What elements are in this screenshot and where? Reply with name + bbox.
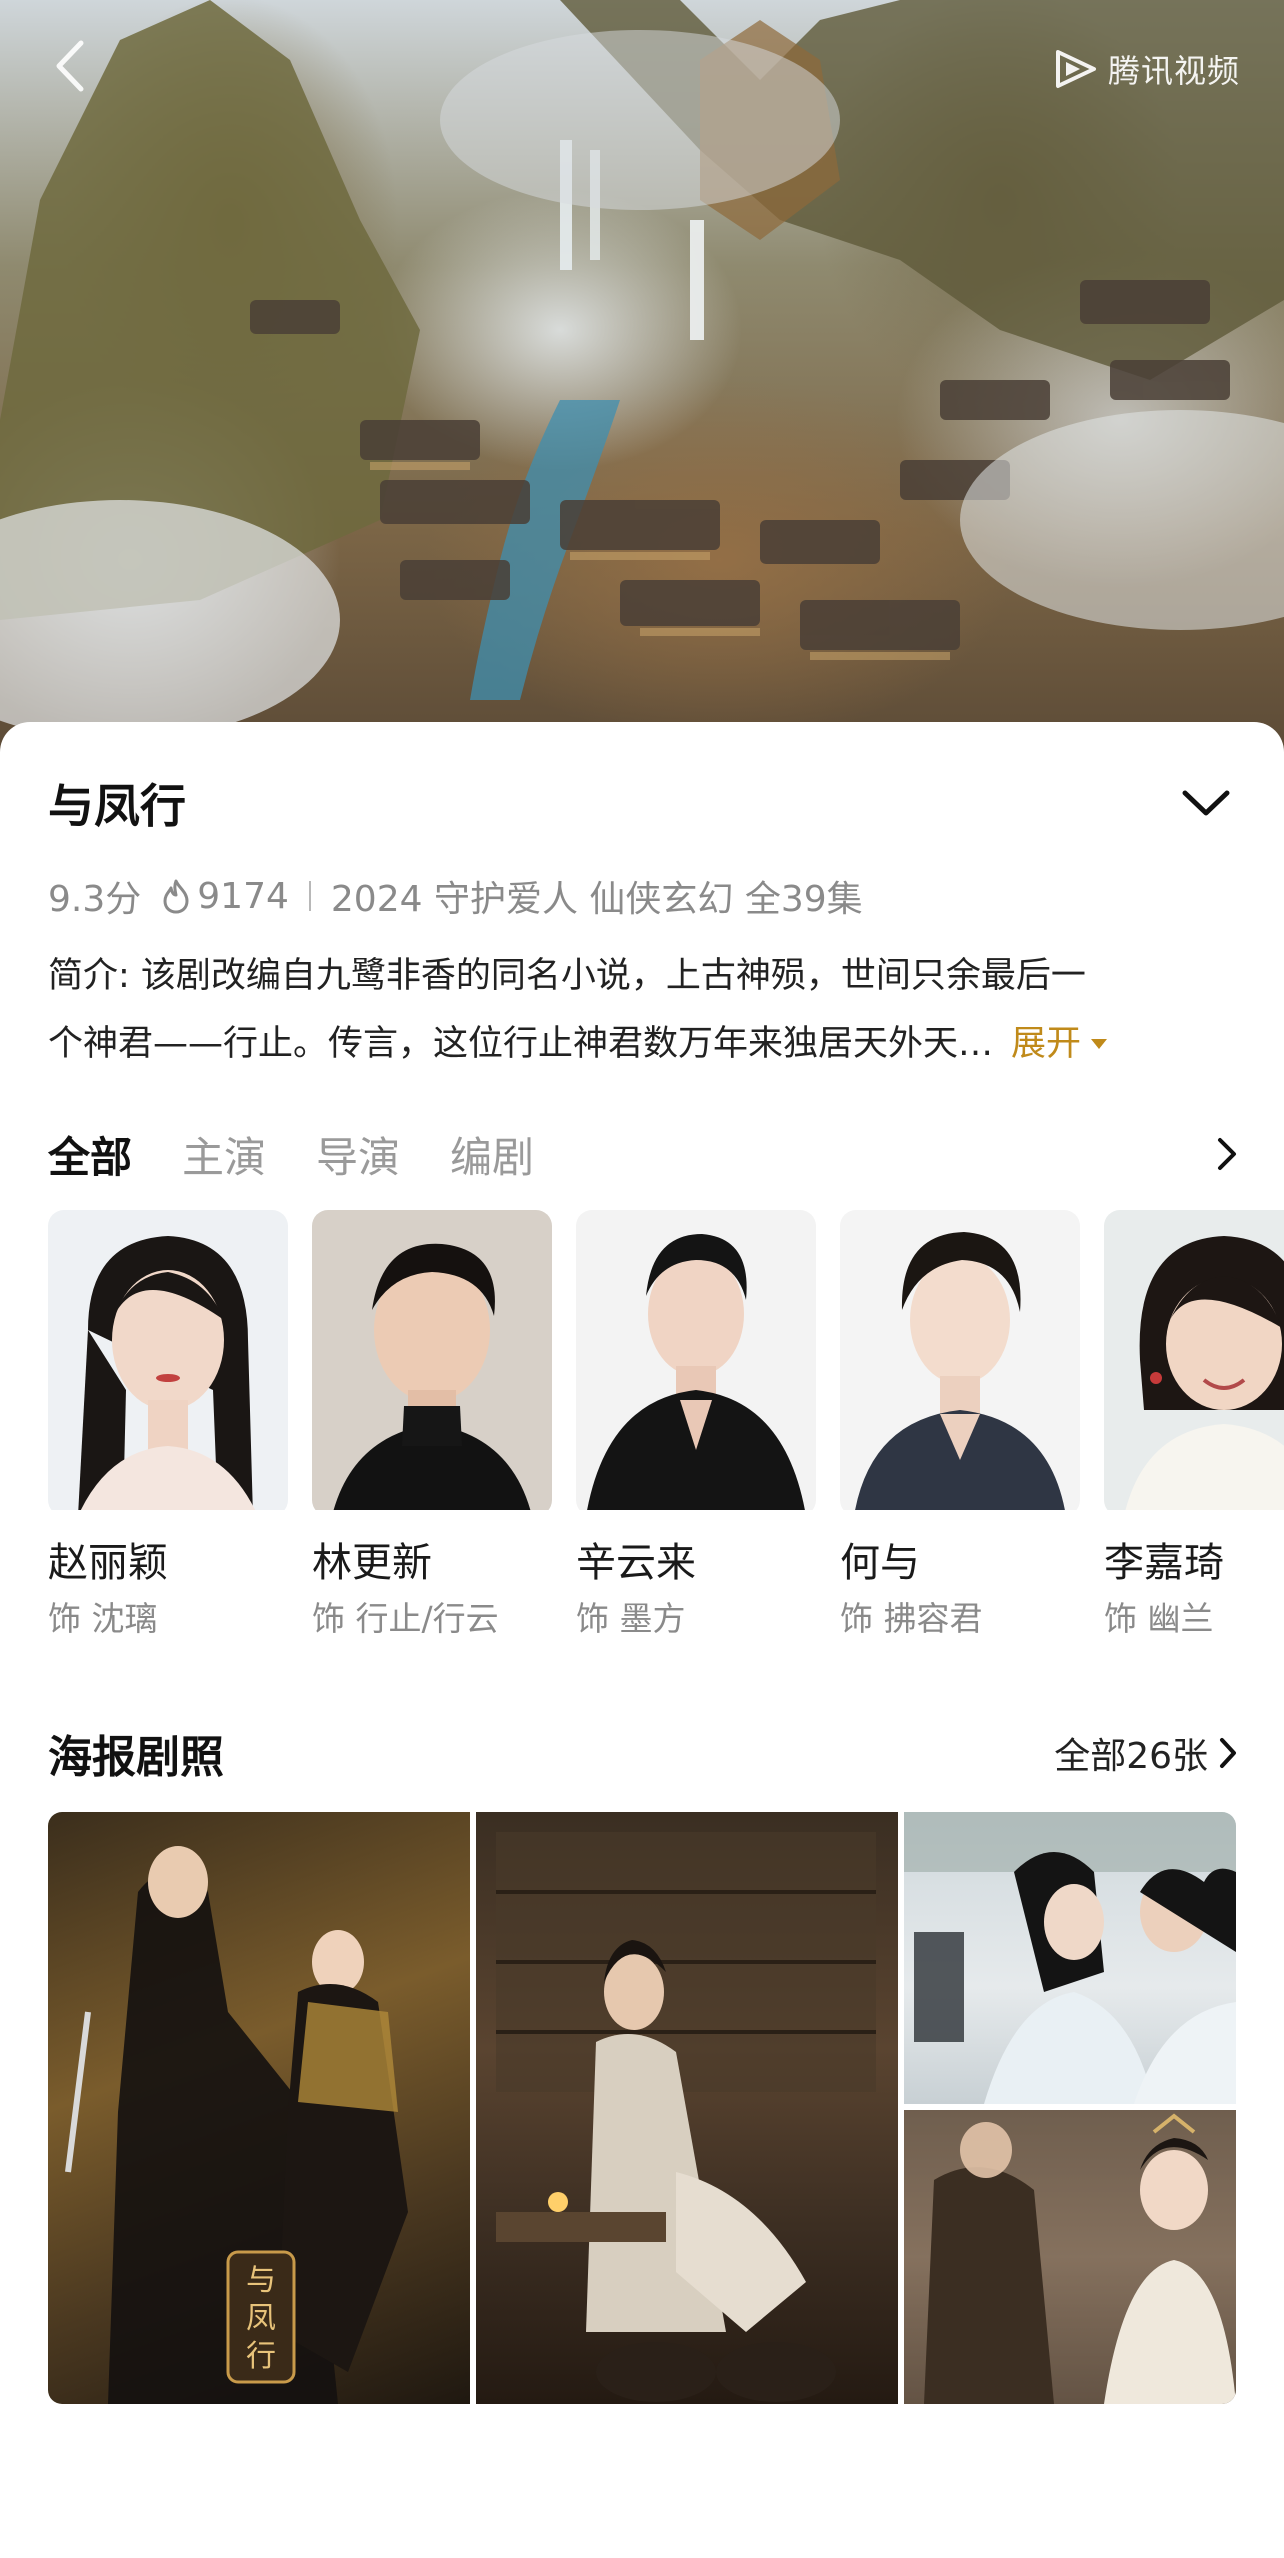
cast-name-1: 赵丽颖: [48, 1540, 168, 1586]
tab-all[interactable]: 全部: [48, 1124, 132, 1185]
expand-button[interactable]: 展开: [1011, 1010, 1109, 1078]
heat-value: 9174: [197, 875, 289, 917]
cast-name-4: 何与: [840, 1540, 920, 1586]
cast-tabs: 全部 主演 导演 编剧: [48, 1114, 1238, 1194]
posters-all-link[interactable]: 全部26张: [1054, 1727, 1238, 1779]
avatar: [840, 1210, 1080, 1510]
heat-icon: [161, 878, 191, 914]
collapse-button[interactable]: [1174, 771, 1238, 835]
synopsis-line-2: 个神君——行止。传言，这位行止神君数万年来独居天外天…: [48, 1024, 994, 1064]
svg-text:行: 行: [246, 2340, 276, 2373]
cast-role-4: 饰 拂容君: [840, 1599, 983, 1638]
cast-photos: [48, 1210, 1284, 1510]
cast-card-5[interactable]: [1104, 1210, 1284, 1510]
posters-header: 海报剧照 全部26张: [48, 1718, 1238, 1788]
chevron-right-icon: [1220, 1738, 1236, 1768]
posters-title: 海报剧照: [48, 1732, 224, 1783]
brand-name: 腾讯视频: [1107, 52, 1240, 90]
still-reading[interactable]: [476, 1812, 898, 2404]
cast-more-button[interactable]: [1188, 1124, 1238, 1184]
synopsis: 简介: 该剧改编自九鹭非香的同名小说，上古神殒，世间只余最后一 个神君——行止。…: [48, 942, 1248, 1078]
avatar: [312, 1210, 552, 1510]
cast-role-3: 饰 墨方: [576, 1599, 686, 1638]
tab-writer[interactable]: 编剧: [450, 1124, 534, 1185]
cast-card-1[interactable]: [48, 1210, 288, 1510]
chevron-down-icon: [1182, 790, 1230, 816]
score: 9.3分: [48, 879, 142, 920]
expand-label: 展开: [1011, 1024, 1082, 1064]
posters-all-label: 全部26张: [1054, 1736, 1208, 1777]
caret-down-icon: [1091, 1039, 1108, 1049]
cast-card-2[interactable]: [312, 1210, 552, 1510]
cast-name-5: 李嘉琦: [1104, 1540, 1224, 1586]
meta-line: 9.3分 9174 2024 守护爱人 仙侠玄幻 全39集: [48, 870, 863, 922]
cast-names: 赵丽颖 饰 沈璃 林更新 饰 行止/行云 辛云来 饰 墨方 何与 饰 拂容君 李…: [48, 1530, 1284, 1690]
meta-divider: [308, 881, 311, 911]
cast-role-2: 饰 行止/行云: [312, 1599, 499, 1638]
cast-role-1: 饰 沈璃: [48, 1599, 158, 1638]
cast-name-2: 林更新: [312, 1540, 432, 1586]
cast-role-5: 饰 幽兰: [1104, 1599, 1214, 1638]
tencent-video-logo-icon: [1055, 50, 1096, 88]
avatar: [48, 1210, 288, 1510]
hero-banner: 腾讯视频: [0, 0, 1284, 760]
cast-card-4[interactable]: [840, 1210, 1080, 1510]
show-title: 与凤行: [48, 779, 186, 833]
svg-text:与: 与: [246, 2264, 276, 2297]
tab-director[interactable]: 导演: [316, 1124, 400, 1185]
back-button[interactable]: [40, 36, 100, 96]
poster-main[interactable]: 与 凤 行: [48, 1812, 470, 2404]
landscape-artwork: [0, 0, 1284, 740]
synopsis-line-1: 简介: 该剧改编自九鹭非香的同名小说，上古神殒，世间只余最后一: [48, 956, 1086, 996]
tags: 2024 守护爱人 仙侠玄幻 全39集: [330, 879, 863, 920]
cast-name-3: 辛云来: [576, 1540, 696, 1586]
tab-starring[interactable]: 主演: [182, 1124, 266, 1185]
chevron-right-icon: [1218, 1138, 1236, 1170]
svg-text:凤: 凤: [246, 2302, 276, 2335]
avatar: [1104, 1210, 1284, 1510]
detail-sheet: 与凤行 9.3分 9174 2024 守护爱人 仙侠玄幻 全39集 简介: 该剧…: [0, 722, 1284, 2558]
cast-card-3[interactable]: [576, 1210, 816, 1510]
brand-watermark: 腾讯视频: [1052, 46, 1240, 92]
still-court[interactable]: [904, 2110, 1236, 2404]
poster-gallery: 与 凤 行: [48, 1812, 1284, 2412]
title-row: 与凤行: [48, 768, 1238, 838]
avatar: [576, 1210, 816, 1510]
still-couple[interactable]: [904, 1812, 1236, 2104]
chevron-left-icon: [56, 40, 84, 92]
